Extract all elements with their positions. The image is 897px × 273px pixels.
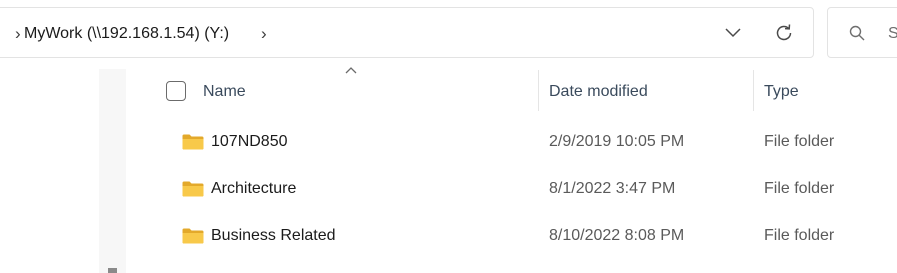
folder-icon	[182, 228, 204, 244]
select-all-checkbox[interactable]	[166, 81, 186, 101]
file-date-modified: 8/10/2022 8:08 PM	[549, 227, 685, 244]
file-date-modified: 8/1/2022 3:47 PM	[549, 180, 676, 197]
search-input[interactable]: S	[827, 7, 897, 58]
breadcrumb-chevron-icon[interactable]: ›	[261, 8, 267, 59]
folder-icon	[182, 181, 204, 197]
breadcrumb-chevron-icon[interactable]: ›	[15, 8, 21, 59]
column-header-type[interactable]: Type	[764, 80, 799, 104]
refresh-icon[interactable]	[773, 22, 795, 44]
file-type: File folder	[764, 227, 835, 244]
file-row[interactable]: Business Related 8/10/2022 8:08 PM File …	[160, 216, 897, 256]
file-name[interactable]: Architecture	[211, 169, 296, 209]
file-row[interactable]: Architecture 8/1/2022 3:47 PM File folde…	[160, 169, 897, 209]
column-header-name[interactable]: Name	[203, 80, 246, 104]
file-name[interactable]: Business Related	[211, 216, 336, 256]
column-divider[interactable]	[538, 70, 539, 111]
file-row[interactable]: 107ND850 2/9/2019 10:05 PM File folder	[160, 122, 897, 162]
scrollbar-thumb[interactable]	[108, 268, 117, 273]
search-icon	[849, 25, 865, 41]
address-bar[interactable]: › MyWork (\\192.168.1.54) (Y:) ›	[0, 7, 814, 58]
sort-up-icon	[345, 67, 357, 74]
column-divider[interactable]	[753, 70, 754, 111]
search-placeholder: S	[888, 25, 897, 42]
chevron-down-icon[interactable]	[724, 25, 742, 41]
column-header-date-modified[interactable]: Date modified	[549, 80, 648, 104]
nav-pane-scrollbar[interactable]	[99, 69, 126, 273]
file-type: File folder	[764, 133, 835, 150]
file-name[interactable]: 107ND850	[211, 122, 288, 162]
folder-icon	[182, 134, 204, 150]
file-type: File folder	[764, 180, 835, 197]
breadcrumb-path[interactable]: MyWork (\\192.168.1.54) (Y:)	[24, 8, 229, 59]
file-date-modified: 2/9/2019 10:05 PM	[549, 133, 685, 150]
